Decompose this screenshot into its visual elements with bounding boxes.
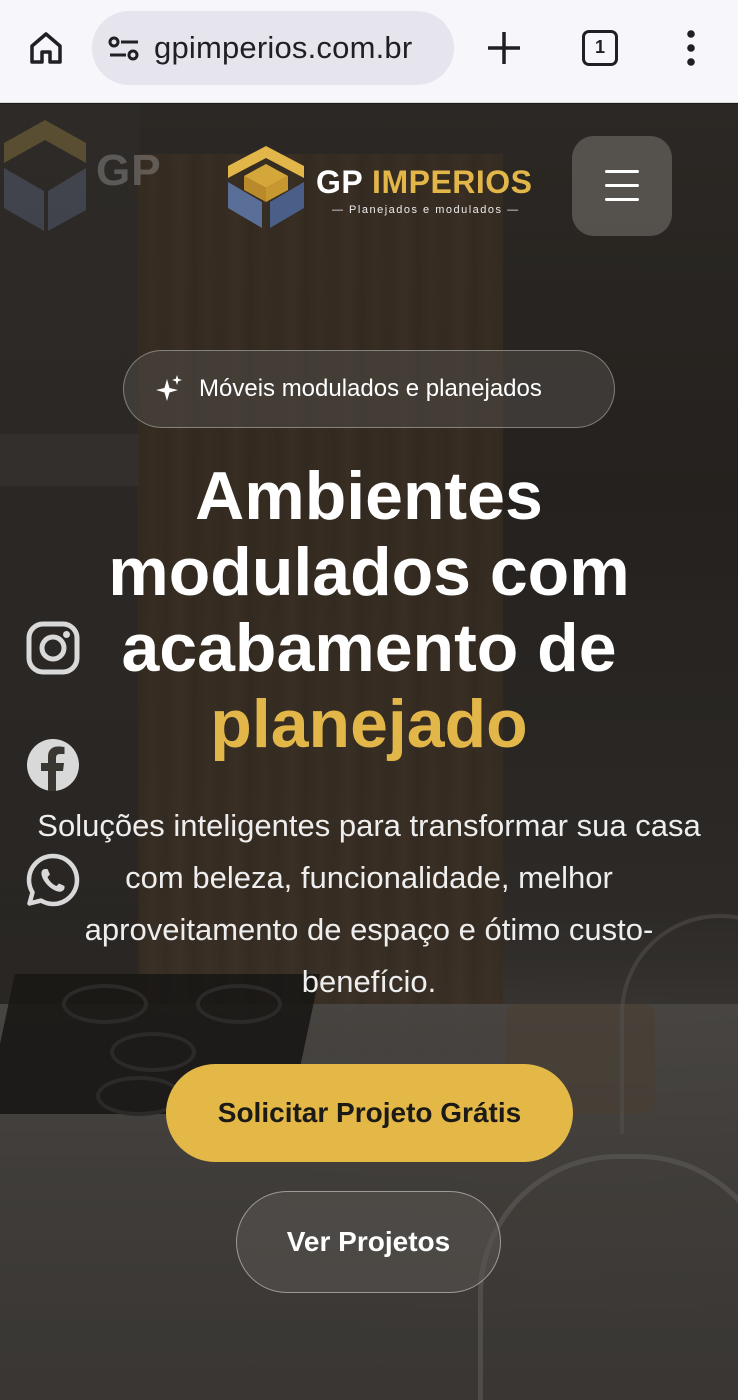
request-project-button[interactable]: Solicitar Projeto Grátis <box>166 1064 573 1162</box>
tune-icon[interactable] <box>108 35 140 63</box>
ghost-logo-name: GP <box>96 146 162 195</box>
logo-mark-icon <box>228 146 304 228</box>
menu-button[interactable] <box>572 136 672 236</box>
headline-highlight: planejado <box>210 686 528 762</box>
facebook-icon[interactable] <box>25 737 81 793</box>
home-icon[interactable] <box>26 28 66 68</box>
browser-toolbar: gpimperios.com.br 1 <box>0 0 738 103</box>
sparkles-icon <box>156 375 182 401</box>
headline-line: modulados com <box>108 534 630 610</box>
site-logo[interactable]: GP IMPERIOS — Planejados e modulados — <box>224 144 532 234</box>
plus-icon[interactable] <box>484 28 524 68</box>
hero-section: GP GP IMPERIOS — Planejados e modulados … <box>0 104 738 1400</box>
address-bar[interactable]: gpimperios.com.br <box>92 11 454 85</box>
logo-tagline: — Planejados e modulados — <box>332 204 520 216</box>
hamburger-icon <box>605 170 639 173</box>
whatsapp-icon[interactable] <box>25 852 81 908</box>
headline-line: acabamento de <box>121 610 617 686</box>
more-vert-icon[interactable] <box>676 28 706 68</box>
tab-switcher-button[interactable]: 1 <box>582 30 618 66</box>
hero-badge: Móveis modulados e planejados <box>123 350 615 428</box>
hero-headline: Ambientes modulados com acabamento de pl… <box>0 458 738 762</box>
view-projects-button[interactable]: Ver Projetos <box>236 1191 501 1293</box>
logo-name-imperios: IMPERIOS <box>372 164 533 200</box>
logo-mark-icon <box>4 120 86 231</box>
hero-subtext: Soluções inteligentes para transformar s… <box>37 808 701 999</box>
url-text[interactable]: gpimperios.com.br <box>154 29 412 67</box>
hamburger-icon <box>605 198 639 201</box>
badge-text: Móveis modulados e planejados <box>199 375 542 402</box>
headline-line: Ambientes <box>195 458 543 534</box>
hamburger-icon <box>605 184 639 187</box>
instagram-icon[interactable] <box>25 620 81 676</box>
logo-name-gp: GP <box>316 164 363 200</box>
logo-name: GP IMPERIOS <box>316 164 533 201</box>
